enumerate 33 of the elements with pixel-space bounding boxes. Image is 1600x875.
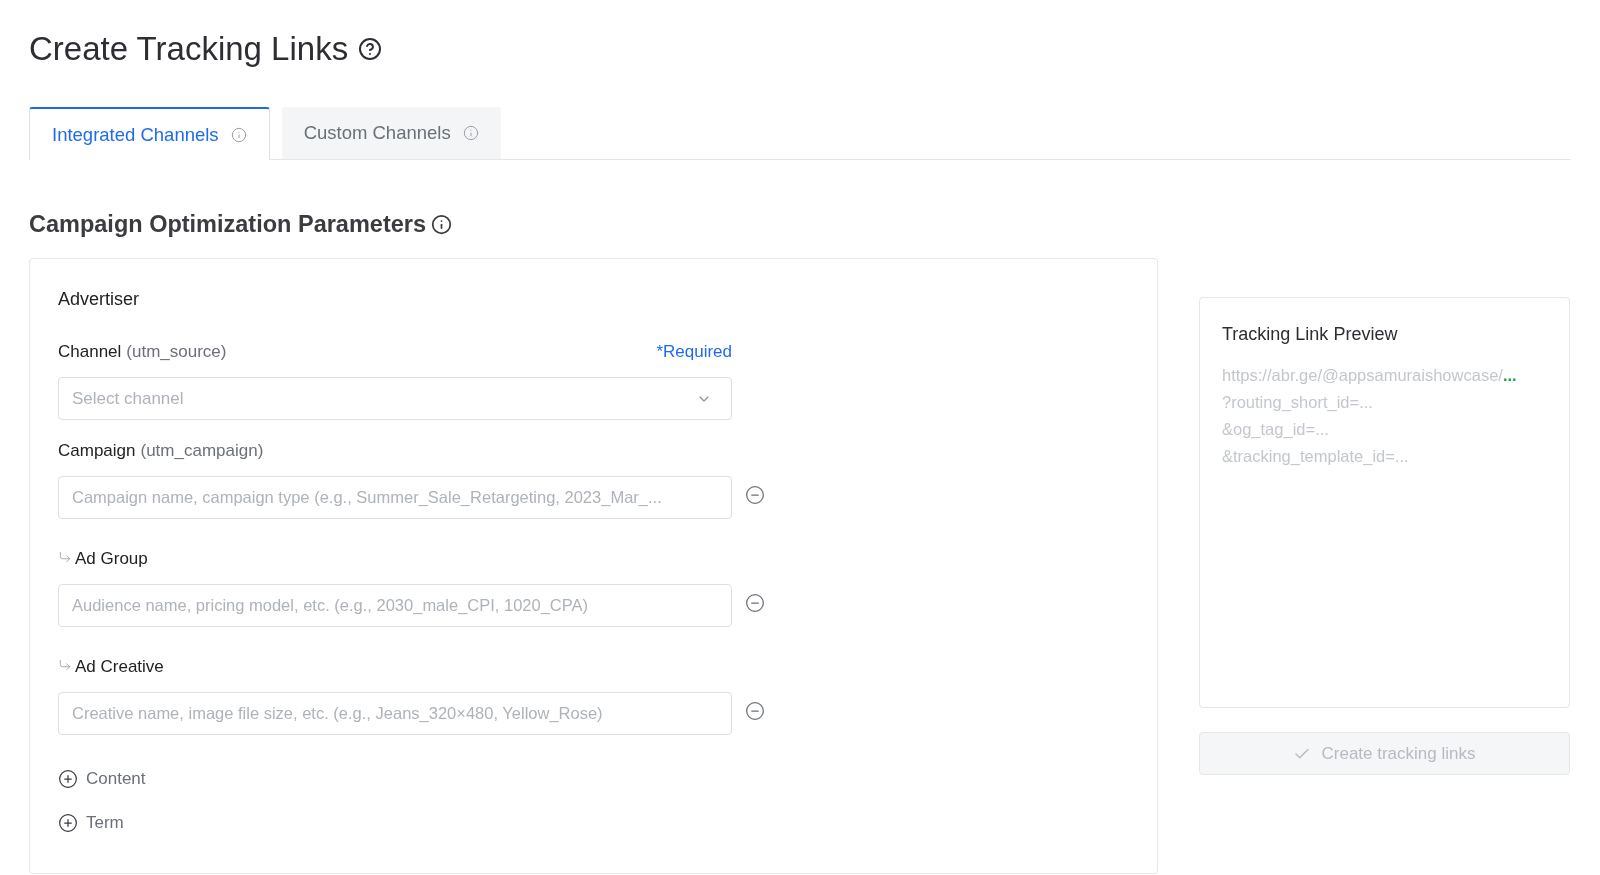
info-icon [462,125,479,141]
preview-url-line: &og_tag_id=... [1222,419,1329,440]
plus-circle-icon [58,813,78,833]
corner-arrow-icon [58,658,72,672]
text-input-field[interactable]: Audience name, pricing model, etc. (e.g., 2030_male_CPI, 1020_CPA) [58,584,732,627]
section-title: Campaign Optimization Parameters [29,210,426,238]
preview-title: Tracking Link Preview [1222,323,1399,345]
field-hint: (utm_campaign) [140,440,264,462]
minus-circle-icon[interactable] [745,700,765,721]
field-label: Campaign [58,440,136,462]
minus-circle-icon[interactable] [745,592,765,613]
add-field-button[interactable]: Term [58,812,124,834]
text-input-field[interactable]: Creative name, image file size, etc. (e.g., Jeans_320×480, Yellow_Rose) [58,692,732,735]
plus-circle-icon [58,769,78,789]
add-field-button[interactable]: Content [58,768,146,790]
help-icon [358,37,383,61]
field-label: Ad Creative [75,656,164,678]
tab[interactable]: Custom Channels [281,107,501,159]
preview-url-line: https://abr.ge/@appsamuraishowcase/... [1222,365,1517,386]
field-hint: (utm_source) [126,341,227,363]
required-note: *Required [656,341,732,363]
corner-arrow-icon [58,550,72,564]
preview-url-line: &tracking_template_id=... [1222,446,1409,467]
field-label: Ad Group [75,548,148,570]
minus-circle-icon[interactable] [745,484,765,505]
field-label: Channel [58,341,122,363]
info-icon [230,126,247,143]
info-icon [431,213,452,235]
tab[interactable]: Integrated Channels [29,107,270,160]
text-input-field[interactable]: Campaign name, campaign type (e.g., Summer_Sale_Retargeting, 2023_Mar_... [58,476,732,519]
form-heading: Advertiser [58,288,141,311]
preview-url-line: ?routing_short_id=... [1222,392,1373,413]
page-title: Create Tracking Links [29,29,349,69]
